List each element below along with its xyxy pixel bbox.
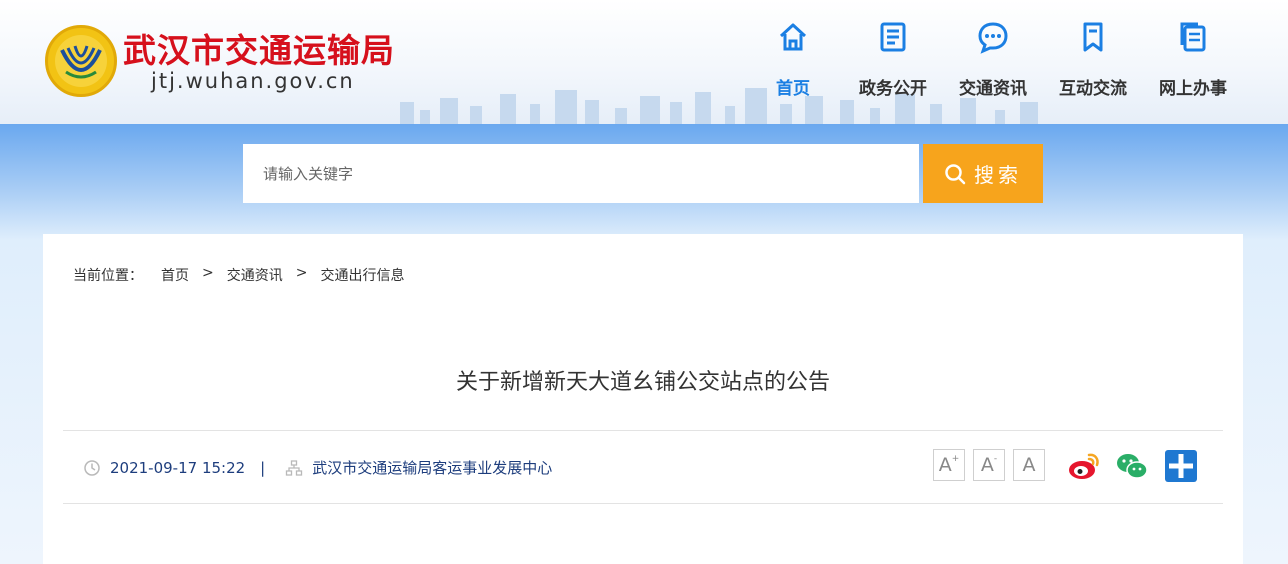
breadcrumb-item-traffic-news[interactable]: 交通资讯 bbox=[227, 265, 283, 285]
font-increase-label: A bbox=[938, 454, 952, 476]
article-source: 武汉市交通运输局客运事业发展中心 bbox=[312, 459, 553, 477]
breadcrumb-separator: > bbox=[295, 265, 308, 281]
nav-item-label: 政务公开 bbox=[859, 79, 927, 99]
site-title[interactable]: 武汉市交通运输局 bbox=[123, 24, 395, 72]
font-decrease-mark: - bbox=[993, 454, 998, 464]
font-decrease-button[interactable]: A- bbox=[973, 449, 1005, 481]
nav-item-interaction[interactable]: 互动交流 bbox=[1048, 20, 1138, 99]
bookmark-icon bbox=[1083, 22, 1103, 52]
site-url: jtj.wuhan.gov.cn bbox=[151, 69, 355, 93]
font-increase-button[interactable]: A+ bbox=[933, 449, 965, 481]
files-icon bbox=[1180, 22, 1206, 52]
article-meta: 2021-09-17 15:22 | 武汉市交通运输局客运事业发展中心 A+ A… bbox=[63, 430, 1223, 504]
more-share-icon[interactable] bbox=[1164, 449, 1198, 483]
weibo-icon[interactable] bbox=[1067, 449, 1101, 483]
font-increase-mark: + bbox=[951, 454, 960, 464]
breadcrumb: 当前位置： 首页 > 交通资讯 > 交通出行信息 bbox=[73, 265, 404, 285]
article-card: 当前位置： 首页 > 交通资讯 > 交通出行信息 关于新增新天大道幺铺公交站点的… bbox=[43, 234, 1243, 564]
publish-datetime: 2021-09-17 15:22 bbox=[110, 458, 246, 477]
font-reset-button[interactable]: A bbox=[1013, 449, 1045, 481]
nav-item-label: 首页 bbox=[776, 79, 810, 99]
font-decrease-label: A bbox=[980, 454, 994, 476]
nav-item-online-services[interactable]: 网上办事 bbox=[1148, 20, 1238, 99]
logo-emblem-icon bbox=[55, 35, 107, 87]
document-icon bbox=[880, 22, 906, 52]
home-icon bbox=[779, 23, 807, 51]
nav-item-label: 互动交流 bbox=[1059, 79, 1127, 99]
nav-item-government-affairs[interactable]: 政务公开 bbox=[848, 20, 938, 99]
breadcrumb-item-travel-info[interactable]: 交通出行信息 bbox=[320, 265, 404, 285]
search-button[interactable]: 搜索 bbox=[923, 144, 1043, 203]
article-title: 关于新增新天大道幺铺公交站点的公告 bbox=[455, 370, 830, 395]
breadcrumb-item-home[interactable]: 首页 bbox=[161, 265, 189, 285]
font-reset-label: A bbox=[1022, 454, 1036, 476]
breadcrumb-prefix: 当前位置： bbox=[73, 268, 143, 284]
nav-item-traffic-news[interactable]: 交通资讯 bbox=[948, 20, 1038, 99]
site-logo[interactable] bbox=[45, 25, 117, 97]
search-icon bbox=[945, 163, 966, 184]
site-header: 武汉市交通运输局 jtj.wuhan.gov.cn 首页 政务公开 交通资讯 互… bbox=[0, 0, 1288, 124]
nav-item-label: 交通资讯 bbox=[959, 79, 1027, 99]
wechat-icon[interactable] bbox=[1115, 449, 1149, 483]
meta-divider: | bbox=[260, 458, 266, 477]
org-structure-icon bbox=[286, 459, 303, 476]
search-input[interactable] bbox=[243, 144, 919, 203]
article-meta-info: 2021-09-17 15:22 | 武汉市交通运输局客运事业发展中心 bbox=[83, 457, 552, 478]
search-button-label: 搜索 bbox=[974, 163, 1022, 187]
nav-item-home[interactable]: 首页 bbox=[748, 20, 838, 99]
chat-icon bbox=[978, 22, 1008, 54]
clock-icon bbox=[84, 459, 100, 476]
breadcrumb-separator: > bbox=[202, 265, 214, 281]
nav-item-label: 网上办事 bbox=[1159, 79, 1227, 99]
